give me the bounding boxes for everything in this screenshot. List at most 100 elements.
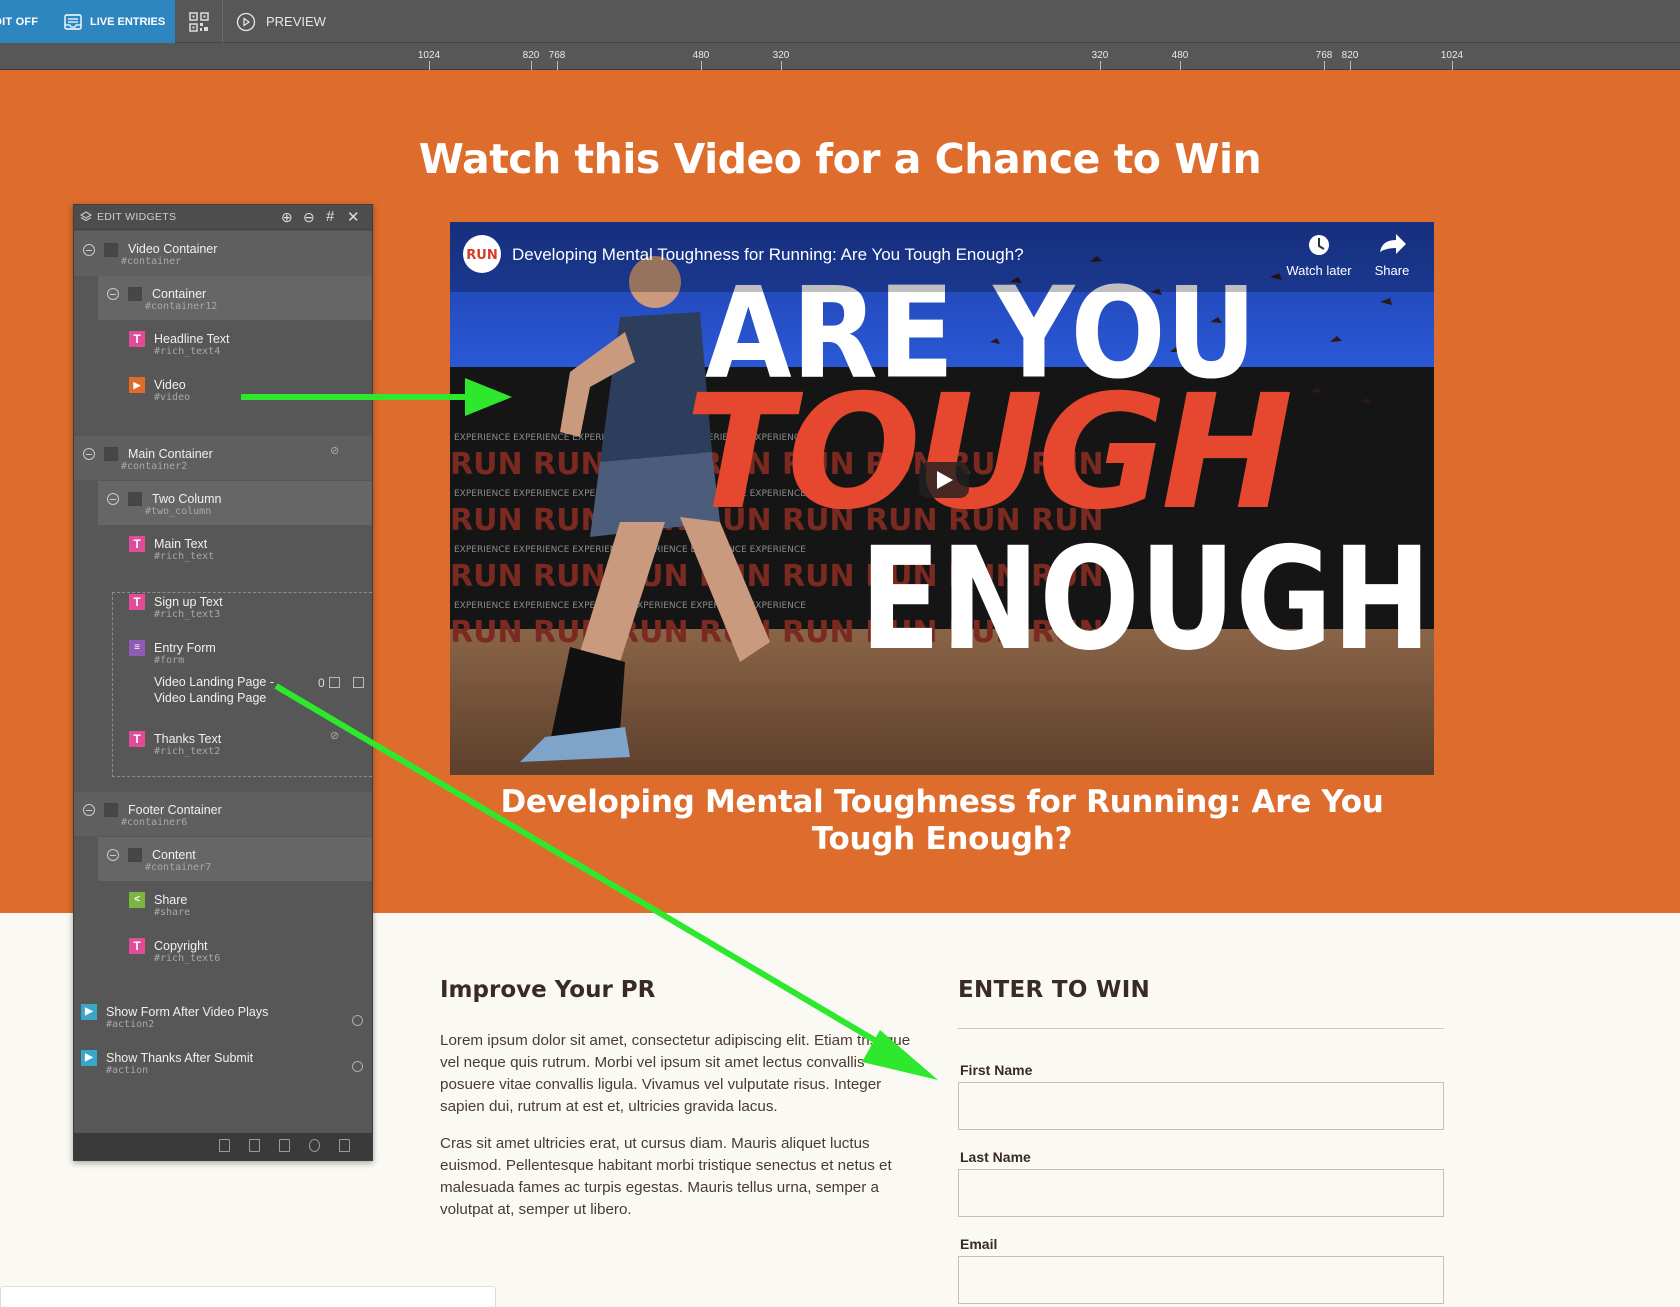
sign-up-heading: ENTER TO WIN	[958, 977, 1151, 1003]
widget-row-main-container[interactable]: Main Container #container2 ⊘	[74, 436, 372, 480]
hidden-eye-icon[interactable]: ⊘	[330, 444, 339, 457]
hide-icon[interactable]	[309, 1139, 320, 1152]
action-id: #action2	[106, 1019, 155, 1030]
share-widget-icon: <	[129, 892, 145, 908]
collapse-icon[interactable]	[83, 244, 95, 256]
thumb-line-3: ENOUGH?	[860, 517, 1434, 682]
email-field[interactable]	[958, 1256, 1444, 1304]
widget-row-two-column[interactable]: Two Column #two_column	[74, 481, 372, 525]
main-text-heading: Improve Your PR	[440, 977, 656, 1003]
hash-icon[interactable]: #	[326, 208, 334, 225]
list-icon[interactable]	[353, 677, 364, 688]
editor-stage: DIT OFF LIVE ENTRIES PREVIEW 1024 820 76…	[0, 0, 1680, 1307]
ruler-tick[interactable]: 480	[693, 50, 710, 61]
container-icon	[104, 447, 118, 461]
hidden-eye-icon[interactable]: ⊘	[330, 729, 339, 742]
ruler-tick[interactable]: 320	[1092, 50, 1109, 61]
collapse-icon[interactable]	[107, 493, 119, 505]
edit-mode-toggle[interactable]: DIT OFF	[0, 0, 44, 43]
widget-name: Main Container	[128, 447, 213, 461]
ruler-tick[interactable]: 320	[773, 50, 790, 61]
widget-row-content[interactable]: Content #container7	[74, 837, 372, 881]
collapse-all-icon[interactable]: ⊖	[303, 209, 315, 226]
action-icon: ▶	[81, 1004, 97, 1020]
video-caption: Developing Mental Toughness for Running:…	[500, 784, 1384, 857]
action-row-show-thanks[interactable]: ▶ Show Thanks After Submit #action	[74, 1042, 372, 1086]
collapse-icon[interactable]	[107, 288, 119, 300]
form-link-row[interactable]: Video Landing Page - Video Landing Page …	[74, 675, 372, 709]
text-widget-icon: T	[129, 331, 145, 347]
collapse-icon[interactable]	[83, 448, 95, 460]
ruler-tick[interactable]: 820	[1342, 50, 1359, 61]
widget-row-entry-form[interactable]: ≡ Entry Form #form	[74, 631, 372, 666]
breakpoint-ruler: 1024 820 768 480 320 320 480 768 820 102…	[0, 43, 1680, 70]
widget-name: Sign up Text	[154, 595, 223, 609]
select-icon[interactable]	[279, 1139, 290, 1152]
paste-icon[interactable]	[249, 1139, 260, 1152]
bottom-popup-card[interactable]	[0, 1286, 496, 1307]
widget-name: Thanks Text	[154, 732, 222, 746]
widget-row-footer-container[interactable]: Footer Container #container6	[74, 792, 372, 836]
widget-row-container[interactable]: Container #container12	[74, 276, 372, 320]
text-widget-icon: T	[129, 594, 145, 610]
widget-name: Two Column	[152, 492, 222, 506]
editor-toolbar: DIT OFF LIVE ENTRIES PREVIEW	[0, 0, 1680, 43]
main-text-paragraph: Lorem ipsum dolor sit amet, consectetur …	[440, 1032, 911, 1115]
collapse-icon[interactable]	[83, 804, 95, 816]
live-entries-label: LIVE ENTRIES	[90, 15, 166, 28]
panel-header[interactable]: EDIT WIDGETS ⊕ ⊖ # ✕	[74, 205, 372, 230]
widget-row-share[interactable]: < Share #share	[74, 883, 372, 927]
watch-later-icon[interactable]	[1309, 235, 1329, 255]
preview-button[interactable]: PREVIEW	[236, 0, 326, 43]
ruler-tick[interactable]: 768	[549, 50, 566, 61]
edit-mode-label: DIT OFF	[0, 15, 39, 28]
ruler-tick[interactable]: 820	[523, 50, 540, 61]
widget-name: Container	[152, 287, 207, 301]
qr-code-button[interactable]	[175, 0, 223, 43]
widget-row-video-container[interactable]: Video Container #container	[74, 231, 372, 276]
widget-id: #video	[154, 392, 191, 403]
inbox-icon[interactable]	[329, 677, 340, 688]
widget-id: #container	[121, 256, 182, 267]
widget-row-headline-text[interactable]: T Headline Text #rich_text4	[74, 322, 372, 366]
live-entries-button[interactable]: LIVE ENTRIES	[44, 0, 175, 43]
text-widget-icon: T	[129, 731, 145, 747]
run-action-icon[interactable]	[352, 1061, 363, 1072]
widget-row-main-text[interactable]: T Main Text #rich_text	[74, 527, 372, 571]
widget-id: #rich_text	[154, 551, 215, 562]
widget-row-video[interactable]: ▶ Video #video	[74, 368, 372, 412]
widget-id: #container7	[145, 862, 212, 873]
first-name-field[interactable]	[958, 1082, 1444, 1130]
edit-widgets-panel[interactable]: EDIT WIDGETS ⊕ ⊖ # ✕ Video Container #co…	[73, 204, 373, 1161]
watch-later-label[interactable]: Watch later	[1286, 263, 1352, 278]
widget-id: #two_column	[145, 506, 212, 517]
widget-row-sign-up-text[interactable]: T Sign up Text #rich_text3	[74, 585, 372, 629]
ruler-tick[interactable]: 480	[1172, 50, 1189, 61]
video-widget-icon: ▶	[129, 377, 145, 393]
widget-id: #share	[154, 907, 191, 918]
ruler-tick[interactable]: 1024	[418, 50, 440, 61]
play-button[interactable]	[919, 462, 969, 498]
ruler-tick[interactable]: 1024	[1441, 50, 1463, 61]
run-action-icon[interactable]	[352, 1015, 363, 1026]
delete-icon[interactable]	[339, 1139, 350, 1152]
share-label[interactable]: Share	[1375, 263, 1410, 278]
main-text-paragraph: Cras sit amet ultricies erat, ut cursus …	[440, 1135, 892, 1218]
widget-row-copyright[interactable]: T Copyright #rich_text6	[74, 929, 372, 973]
expand-all-icon[interactable]: ⊕	[281, 209, 293, 226]
widget-name: Video	[154, 378, 186, 392]
action-row-show-form[interactable]: ▶ Show Form After Video Plays #action2	[74, 996, 372, 1040]
container-icon	[128, 848, 142, 862]
video-title[interactable]: Developing Mental Toughness for Running:…	[512, 245, 1024, 264]
copy-icon[interactable]	[219, 1139, 230, 1152]
video-embed[interactable]: RUN RUN RUN RUN RUN RUN RUN RUN RUN RUN …	[450, 222, 1434, 775]
close-icon[interactable]: ✕	[347, 208, 360, 226]
text-widget-icon: T	[129, 938, 145, 954]
two-column-icon	[128, 492, 142, 506]
widget-name: Headline Text	[154, 332, 230, 346]
ruler-tick[interactable]: 768	[1316, 50, 1333, 61]
last-name-field[interactable]	[958, 1169, 1444, 1217]
collapse-icon[interactable]	[107, 849, 119, 861]
widget-row-thanks-text[interactable]: T Thanks Text #rich_text2 ⊘	[74, 722, 372, 766]
last-name-label: Last Name	[960, 1149, 1031, 1165]
